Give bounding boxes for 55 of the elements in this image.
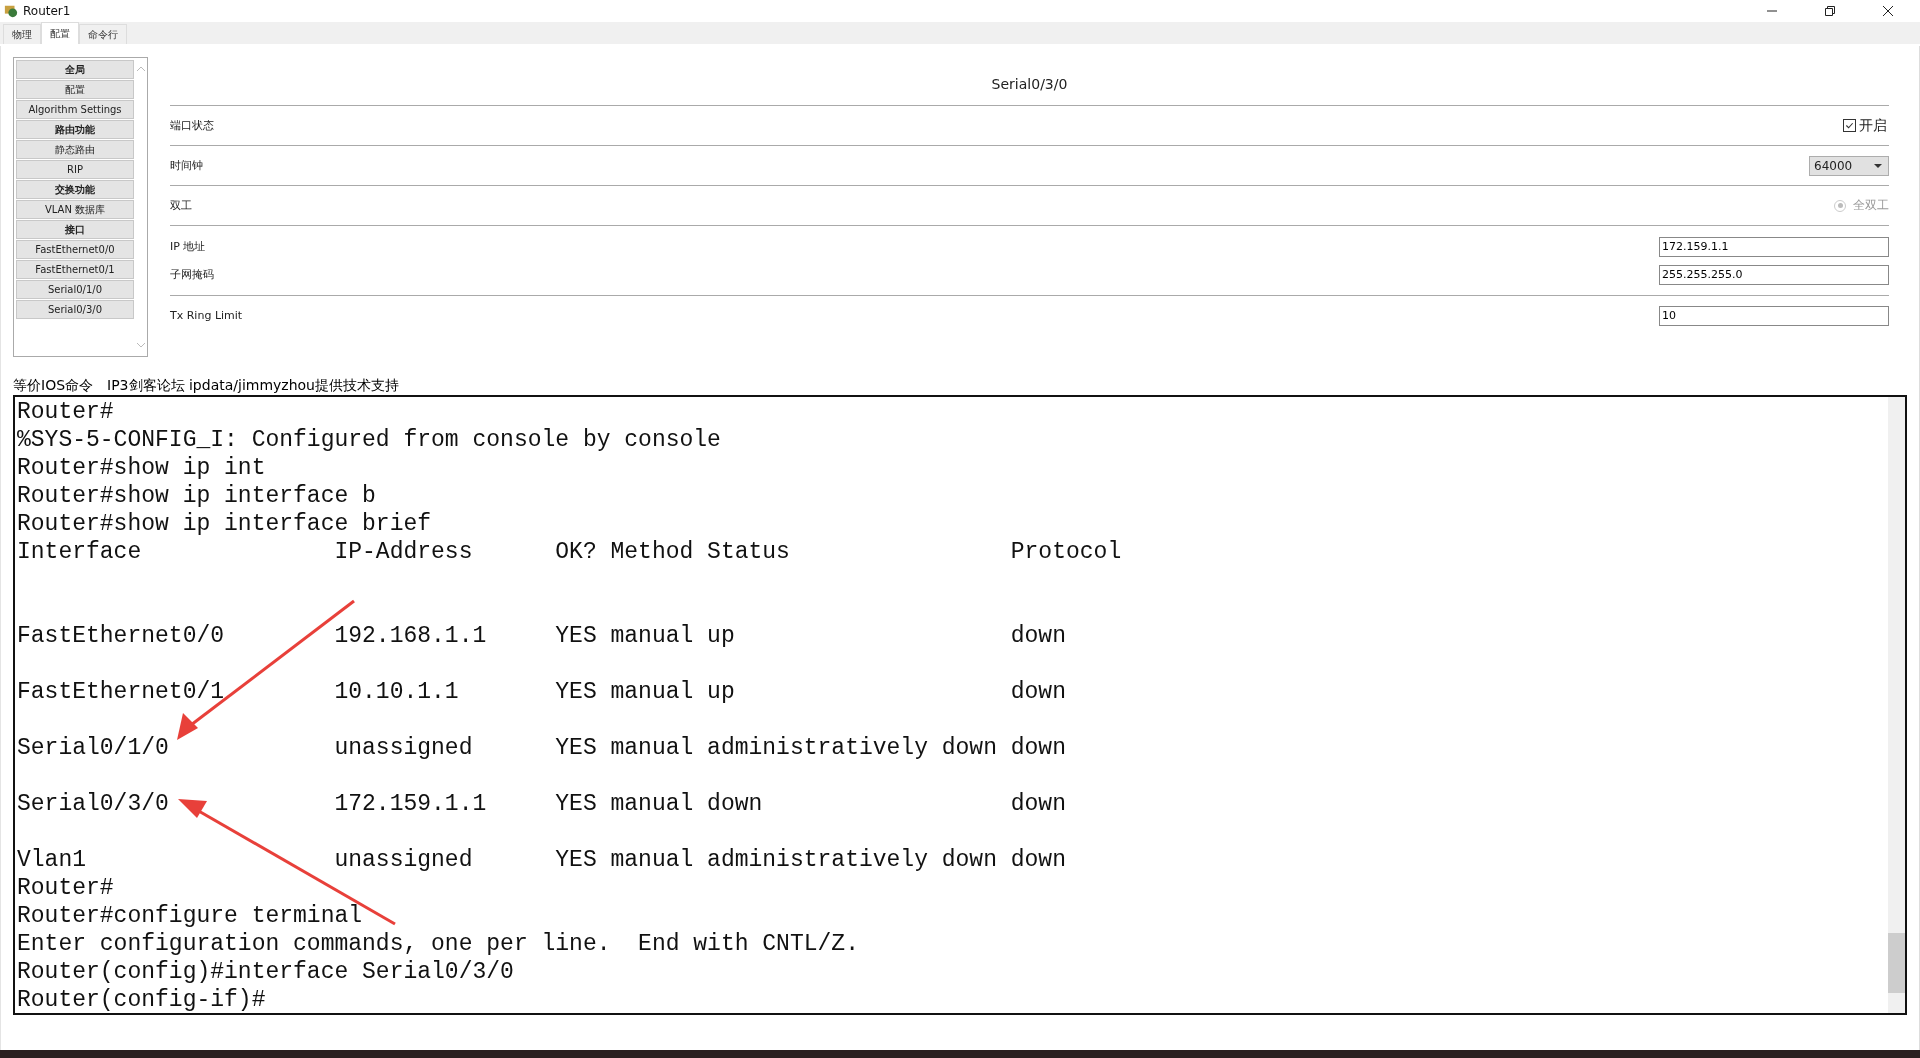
subnet-mask-field[interactable]: 255.255.255.0	[1659, 264, 1889, 285]
field-label: IP 地址	[170, 239, 206, 254]
field-label: 时间钟	[170, 158, 203, 173]
ios-commands-label: 等价IOS命令 IP3剑客论坛 ipdata/jimmyzhou提供技术支持	[13, 377, 400, 395]
console-line: Interface IP-Address OK? Method Status Protocol	[17, 538, 1122, 566]
port-on-checkbox[interactable]: 开启	[1843, 116, 1889, 135]
sidebar-item[interactable]: Serial0/3/0	[16, 300, 134, 319]
sidebar-item[interactable]: 配置	[16, 80, 134, 99]
sidebar-item[interactable]: Algorithm Settings	[16, 100, 134, 119]
checkmark-icon	[1845, 121, 1854, 130]
sidebar-header[interactable]: 交换功能	[16, 180, 134, 199]
panel-title: Serial0/3/0	[170, 57, 1889, 106]
scroll-down-icon[interactable]	[135, 342, 146, 348]
console-line: FastEthernet0/1 10.10.1.1 YES manual up down	[17, 678, 1066, 706]
console-line: Vlan1 unassigned YES manual administratively down down	[17, 846, 1066, 874]
tx-ring-limit-field[interactable]: 10	[1659, 305, 1889, 326]
close-icon[interactable]	[1882, 5, 1894, 17]
sidebar-item[interactable]: FastEthernet0/1	[16, 260, 134, 279]
terminal-console[interactable]	[13, 395, 1907, 1015]
tab[interactable]: 物理	[3, 24, 41, 44]
field-label: 双工	[170, 198, 192, 213]
console-line: Router(config)#interface Serial0/3/0	[17, 958, 514, 986]
sidebar-item[interactable]: VLAN 数据库	[16, 200, 134, 219]
ip-address-field[interactable]: 172.159.1.1	[1659, 236, 1889, 257]
sidebar-header[interactable]: 全局	[16, 60, 134, 79]
console-line: Serial0/3/0 172.159.1.1 YES manual down down	[17, 790, 1066, 818]
console-line: Enter configuration commands, one per line. End with CNTL/Z.	[17, 930, 859, 958]
sidebar-item[interactable]: FastEthernet0/0	[16, 240, 134, 259]
console-line: Router#	[17, 874, 114, 902]
field-label: Tx Ring Limit	[170, 309, 243, 322]
sidebar-item[interactable]: 静态路由	[16, 140, 134, 159]
tab[interactable]: 配置	[41, 22, 79, 44]
restore-icon[interactable]	[1824, 5, 1836, 17]
sidebar-header[interactable]: 路由功能	[16, 120, 134, 139]
console-line: Router#	[17, 398, 114, 426]
console-line: Router#show ip int	[17, 454, 266, 482]
console-line: FastEthernet0/0 192.168.1.1 YES manual up down	[17, 622, 1066, 650]
tab[interactable]: 命令行	[79, 24, 127, 44]
scroll-up-icon[interactable]	[135, 66, 146, 72]
sidebar-item[interactable]: Serial0/1/0	[16, 280, 134, 299]
window-title: Router1	[23, 4, 71, 18]
console-line: Serial0/1/0 unassigned YES manual administratively down down	[17, 734, 1066, 762]
field-label: 子网掩码	[170, 267, 214, 282]
sidebar-item[interactable]: RIP	[16, 160, 134, 179]
console-line: Router(config-if)#	[17, 986, 266, 1014]
console-line: Router#show ip interface b	[17, 482, 376, 510]
field-label: 端口状态	[170, 118, 214, 133]
router-icon	[4, 4, 18, 18]
clock-dropdown[interactable]: 64000	[1809, 155, 1889, 176]
sidebar-header[interactable]: 接口	[16, 220, 134, 239]
console-line: Router#configure terminal	[17, 902, 363, 930]
console-line: Router#show ip interface brief	[17, 510, 432, 538]
console-line: %SYS-5-CONFIG_I: Configured from console by console	[17, 426, 721, 454]
dropdown-caret-icon	[1874, 163, 1882, 168]
scrollbar[interactable]	[1888, 397, 1905, 1013]
